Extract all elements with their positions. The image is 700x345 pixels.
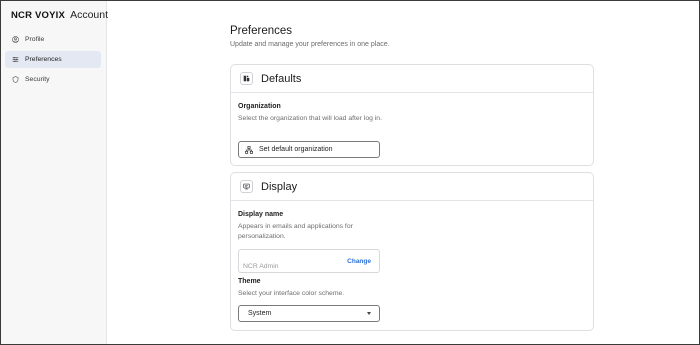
defaults-card: Defaults Organization Select the organiz… xyxy=(230,64,594,166)
sidebar: NCR VOYIX Account Profile Preferences Se… xyxy=(1,1,108,344)
display-name-help-text: Appears in emails and applications for p… xyxy=(238,223,353,240)
defaults-icon xyxy=(240,72,253,85)
sidebar-nav: Profile Preferences Security xyxy=(5,31,101,91)
app-name: Account xyxy=(70,9,109,21)
ncr-voyix-logo[interactable]: NCR VOYIX xyxy=(11,10,65,21)
sidebar-item-label: Security xyxy=(25,76,50,83)
organization-label: Organization xyxy=(238,103,281,110)
page-subtitle: Update and manage your preferences in on… xyxy=(230,41,390,48)
set-default-organization-label: Set default organization xyxy=(259,146,333,153)
defaults-card-title: Defaults xyxy=(261,72,302,85)
hierarchy-icon xyxy=(245,145,253,154)
display-card: Display Display name Appears in emails a… xyxy=(230,172,594,331)
display-name-field[interactable]: NCR Admin Change xyxy=(238,249,380,273)
chevron-down-icon xyxy=(367,312,371,315)
sidebar-item-preferences[interactable]: Preferences xyxy=(5,51,101,68)
set-default-organization-button[interactable]: Set default organization xyxy=(238,141,380,158)
defaults-card-header: Defaults xyxy=(231,65,593,93)
display-name-label: Display name xyxy=(238,211,284,218)
shield-icon xyxy=(12,76,19,83)
theme-select-value: System xyxy=(248,310,272,317)
sliders-icon xyxy=(12,56,19,63)
theme-select[interactable]: System xyxy=(238,305,380,322)
app-window: NCR VOYIX Account Profile Preferences Se… xyxy=(0,0,700,345)
theme-help-text: Select your interface color scheme. xyxy=(238,290,345,297)
display-card-header: Display xyxy=(231,173,593,201)
display-name-value: NCR Admin xyxy=(243,263,279,270)
sidebar-item-security[interactable]: Security xyxy=(5,71,101,88)
page-title: Preferences xyxy=(230,25,293,37)
sidebar-item-label: Profile xyxy=(25,36,45,43)
sidebar-item-profile[interactable]: Profile xyxy=(5,31,101,48)
brand-header: NCR VOYIX Account xyxy=(11,9,108,21)
theme-label: Theme xyxy=(238,278,261,285)
organization-help-text: Select the organization that will load a… xyxy=(238,115,382,122)
user-circle-icon xyxy=(12,36,19,43)
sidebar-item-label: Preferences xyxy=(25,56,62,63)
display-card-title: Display xyxy=(261,180,298,193)
monitor-icon xyxy=(240,180,253,193)
change-display-name-link[interactable]: Change xyxy=(347,258,371,265)
